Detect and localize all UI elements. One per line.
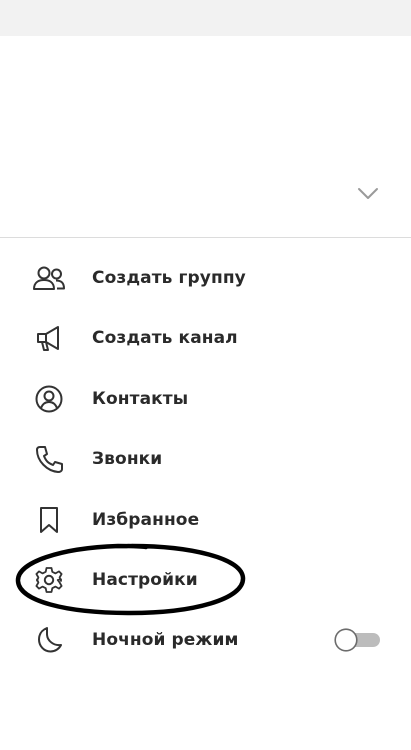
chevron-down-icon xyxy=(358,188,378,199)
people-icon xyxy=(31,263,67,293)
user-circle-icon xyxy=(31,384,67,414)
toggle-knob xyxy=(336,630,356,650)
menu-item-settings[interactable]: Настройки xyxy=(0,550,411,610)
menu-item-new-channel[interactable]: Создать канал xyxy=(0,308,411,368)
night-mode-toggle[interactable] xyxy=(336,630,381,650)
menu-item-saved[interactable]: Избранное xyxy=(0,490,411,550)
menu-item-label: Настройки xyxy=(92,570,198,590)
bookmark-icon xyxy=(31,505,67,535)
menu-item-label: Создать канал xyxy=(92,328,238,348)
phone-icon xyxy=(31,444,67,474)
expand-accounts-button[interactable] xyxy=(353,180,383,208)
menu-item-new-group[interactable]: Создать группу xyxy=(0,248,411,308)
menu-item-calls[interactable]: Звонки xyxy=(0,429,411,489)
menu-item-contacts[interactable]: Контакты xyxy=(0,369,411,429)
menu-item-label: Ночной режим xyxy=(92,630,239,650)
menu-item-night-mode[interactable]: Ночной режим xyxy=(0,610,411,670)
drawer-header xyxy=(0,36,411,237)
menu-item-label: Избранное xyxy=(92,510,200,530)
moon-icon xyxy=(31,625,67,655)
menu-item-label: Создать группу xyxy=(92,268,246,288)
gear-icon xyxy=(31,565,67,595)
menu-item-label: Звонки xyxy=(92,449,163,469)
header-divider xyxy=(0,237,411,238)
status-bar-area xyxy=(0,0,411,36)
menu-item-label: Контакты xyxy=(92,389,189,409)
megaphone-icon xyxy=(31,323,67,353)
